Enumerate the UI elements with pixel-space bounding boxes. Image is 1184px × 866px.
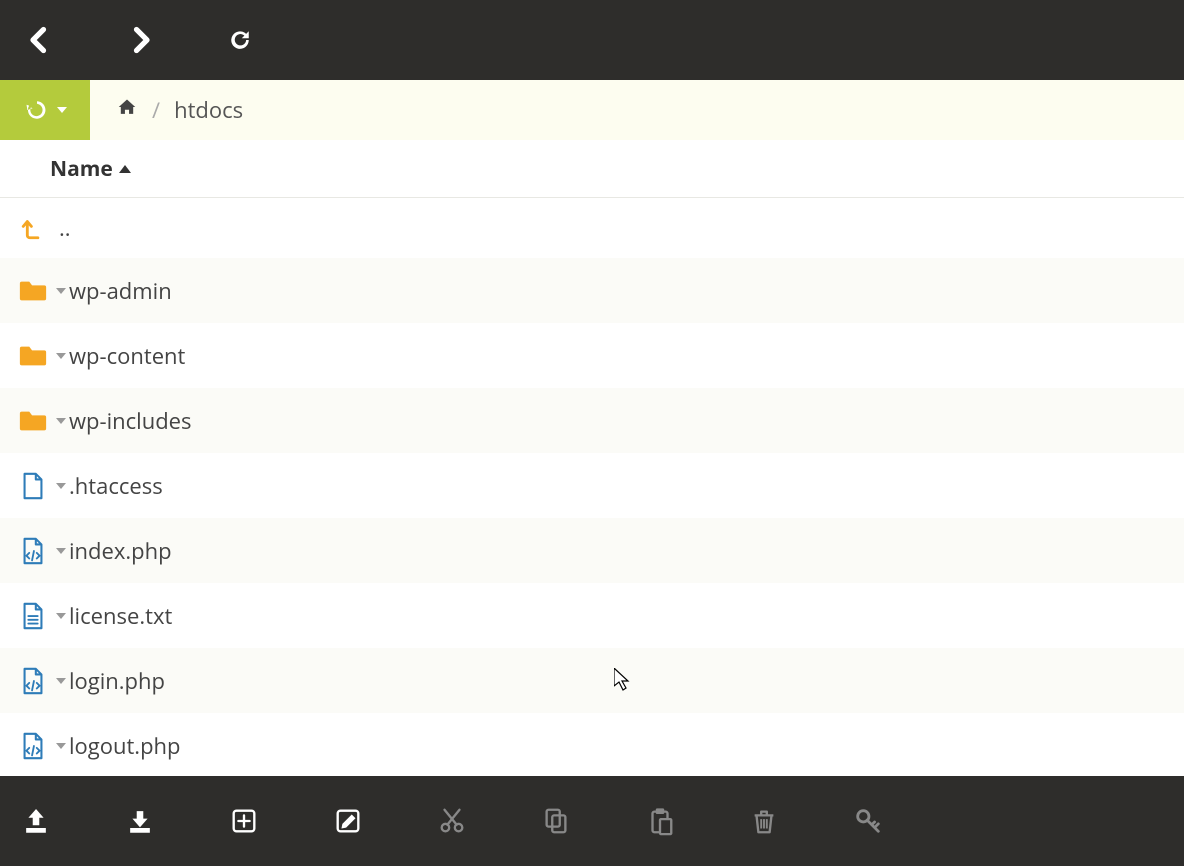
file-row[interactable]: license.txt (0, 583, 1184, 648)
file-row[interactable]: wp-admin (0, 258, 1184, 323)
caret-down-icon (56, 743, 66, 749)
breadcrumb-separator: / (152, 95, 160, 125)
edit-icon (333, 806, 363, 836)
file-row[interactable]: index.php (0, 518, 1184, 583)
file-row[interactable]: login.php (0, 648, 1184, 713)
caret-down-icon (56, 288, 66, 294)
caret-down-icon (57, 107, 67, 113)
row-dropdown-toggle[interactable] (55, 548, 67, 554)
row-dropdown-toggle[interactable] (55, 418, 67, 424)
copy-button[interactable] (530, 795, 582, 847)
caret-down-icon (56, 418, 66, 424)
refresh-icon (226, 26, 254, 54)
permissions-button[interactable] (842, 795, 894, 847)
row-dropdown-toggle[interactable] (55, 483, 67, 489)
cut-button[interactable] (426, 795, 478, 847)
file-name: wp-includes (69, 406, 192, 436)
caret-down-icon (56, 353, 66, 359)
file-name: index.php (69, 536, 172, 566)
key-icon (853, 806, 883, 836)
sort-asc-icon (119, 165, 131, 173)
chevron-left-icon (26, 26, 54, 54)
parent-directory-row[interactable]: .. (0, 198, 1184, 258)
bottom-toolbar (0, 776, 1184, 866)
row-dropdown-toggle[interactable] (55, 288, 67, 294)
file-code-icon (18, 534, 48, 568)
refresh-button[interactable] (220, 20, 260, 60)
history-icon (23, 96, 51, 124)
caret-down-icon (56, 613, 66, 619)
edit-button[interactable] (322, 795, 374, 847)
folder-icon (16, 406, 50, 436)
forward-button[interactable] (120, 20, 160, 60)
file-text-icon (18, 599, 48, 633)
upload-icon (21, 806, 51, 836)
level-up-icon (20, 215, 46, 241)
caret-down-icon (56, 483, 66, 489)
caret-down-icon (56, 678, 66, 684)
file-code-icon (18, 664, 48, 698)
top-toolbar (0, 0, 1184, 80)
upload-button[interactable] (10, 795, 62, 847)
folder-icon (16, 276, 50, 306)
file-name: logout.php (69, 731, 181, 761)
file-row[interactable]: .htaccess (0, 453, 1184, 518)
file-name: .htaccess (69, 471, 163, 501)
plus-square-icon (229, 806, 259, 836)
file-name: wp-admin (69, 276, 172, 306)
file-row[interactable]: logout.php (0, 713, 1184, 776)
copy-icon (541, 806, 571, 836)
history-dropdown-button[interactable] (0, 80, 90, 140)
row-dropdown-toggle[interactable] (55, 678, 67, 684)
breadcrumb-bar: / htdocs (0, 80, 1184, 140)
new-button[interactable] (218, 795, 270, 847)
file-list: .. wp-admin wp-content wp-includes .htac… (0, 198, 1184, 776)
file-name: login.php (69, 666, 165, 696)
file-name: wp-content (69, 341, 185, 371)
file-row[interactable]: wp-content (0, 323, 1184, 388)
delete-button[interactable] (738, 795, 790, 847)
breadcrumb-current[interactable]: htdocs (174, 95, 243, 125)
cut-icon (437, 806, 467, 836)
paste-button[interactable] (634, 795, 686, 847)
file-row[interactable]: wp-includes (0, 388, 1184, 453)
chevron-right-icon (126, 26, 154, 54)
trash-icon (749, 806, 779, 836)
download-button[interactable] (114, 795, 166, 847)
folder-icon (16, 341, 50, 371)
parent-directory-label: .. (59, 213, 71, 243)
file-code-icon (18, 729, 48, 763)
paste-icon (645, 806, 675, 836)
column-header-name[interactable]: Name (0, 140, 1184, 198)
file-name: license.txt (69, 601, 172, 631)
download-icon (125, 806, 155, 836)
row-dropdown-toggle[interactable] (55, 613, 67, 619)
row-dropdown-toggle[interactable] (55, 743, 67, 749)
back-button[interactable] (20, 20, 60, 60)
row-dropdown-toggle[interactable] (55, 353, 67, 359)
home-icon (116, 96, 138, 118)
breadcrumb-home[interactable] (116, 96, 138, 124)
caret-down-icon (56, 548, 66, 554)
file-icon (18, 469, 48, 503)
column-header-label: Name (50, 155, 113, 183)
